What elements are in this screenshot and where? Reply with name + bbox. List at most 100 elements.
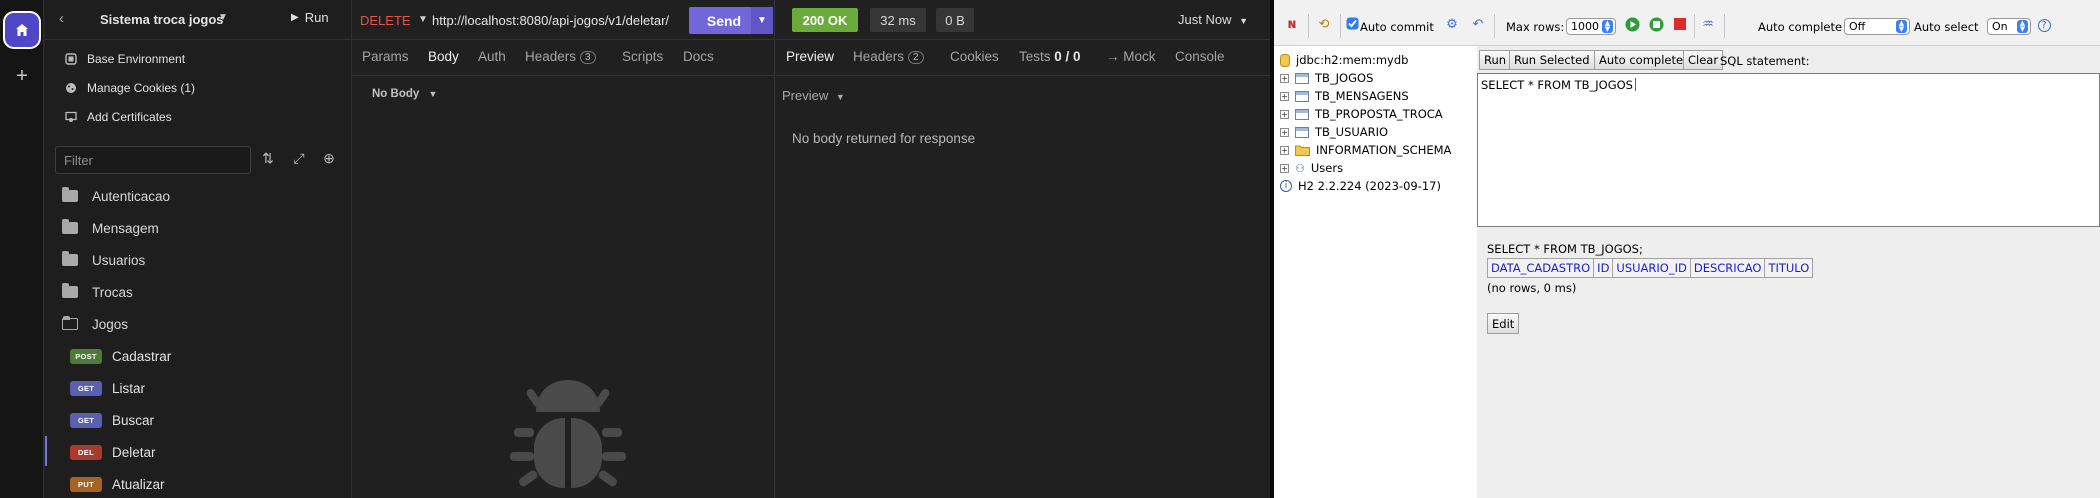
add-project-icon[interactable]: + <box>12 66 32 86</box>
folder-jogos[interactable]: Jogos <box>62 312 128 336</box>
folder-usuarios[interactable]: Usuarios <box>62 248 145 272</box>
expand-icon[interactable]: ⤢ <box>290 150 308 167</box>
auto-select-select[interactable]: On ▲ ▼ <box>1987 18 2031 35</box>
column-header[interactable]: DESCRICAO <box>1689 258 1766 278</box>
auto-complete-button[interactable]: Auto complete <box>1594 50 1689 70</box>
folder-autenticacao[interactable]: Autenticacao <box>62 184 170 208</box>
tab-auth[interactable]: Auth <box>478 49 506 64</box>
table-label: TB_JOGOS <box>1315 71 1374 85</box>
help-icon[interactable]: ? <box>2036 17 2052 33</box>
tree-connection[interactable]: jdbc:h2:mem:mydb <box>1280 52 1408 68</box>
tab-headers[interactable]: Headers 3 <box>525 49 596 64</box>
send-options-chevron-icon[interactable]: ▼ <box>751 7 773 34</box>
disconnect-icon[interactable]: ɴ <box>1284 17 1300 33</box>
refresh-icon[interactable]: ⟲ <box>1316 17 1332 33</box>
auto-commit-checkbox[interactable] <box>1344 17 1360 33</box>
tab-body[interactable]: Body <box>428 49 459 64</box>
max-rows-value: 1000 <box>1571 20 1599 33</box>
folder-mensagem[interactable]: Mensagem <box>62 216 159 240</box>
expand-icon[interactable]: + <box>1280 163 1289 173</box>
folder-icon <box>62 251 78 266</box>
tree-information-schema[interactable]: + INFORMATION_SCHEMA <box>1280 142 1451 158</box>
url-input[interactable]: http://localhost:8080/api-jogos/v1/delet… <box>432 13 697 28</box>
request-buscar[interactable]: GET Buscar <box>70 408 154 432</box>
tab-preview[interactable]: Preview <box>786 49 834 64</box>
tab-params[interactable]: Params <box>362 49 409 64</box>
tree-table-tb-usuario[interactable]: + TB_USUARIO <box>1280 124 1388 140</box>
folder-label: Usuarios <box>92 252 146 268</box>
max-rows-select[interactable]: 1000 ▲ ▼ <box>1566 18 1616 35</box>
folder-trocas[interactable]: Trocas <box>62 280 133 304</box>
request-atualizar[interactable]: PUT Atualizar <box>70 472 165 496</box>
add-item-icon[interactable]: ⊕ <box>320 150 338 167</box>
headers-count-badge: 2 <box>908 51 924 64</box>
run-label: Run <box>304 10 329 25</box>
clear-button[interactable]: Clear <box>1683 50 1724 70</box>
connection-label: jdbc:h2:mem:mydb <box>1296 53 1409 67</box>
run-icon[interactable] <box>1624 17 1640 33</box>
request-deletar[interactable]: DEL Deletar <box>70 440 156 464</box>
expand-icon[interactable]: + <box>1280 73 1289 83</box>
rollback-icon[interactable]: ↶ <box>1470 17 1486 33</box>
manage-cookies-item[interactable]: Manage Cookies (1) <box>65 78 195 98</box>
request-cadastrar[interactable]: POST Cadastrar <box>70 344 171 368</box>
sort-icon[interactable]: ⇅ <box>259 150 277 167</box>
column-header[interactable]: ID <box>1593 258 1614 278</box>
tree-table-tb-jogos[interactable]: + TB_JOGOS <box>1280 70 1373 86</box>
expand-icon[interactable]: + <box>1280 91 1289 101</box>
tree-version: i H2 2.2.224 (2023-09-17) <box>1280 178 1441 194</box>
filter-input[interactable]: Filter <box>55 146 251 174</box>
result-query: SELECT * FROM TB_JOGOS; <box>1487 242 1643 256</box>
chevron-down-icon[interactable]: ▼ <box>218 12 228 23</box>
column-header[interactable]: TITULO <box>1764 258 1814 278</box>
run-collection-button[interactable]: ▶ Run <box>291 10 329 25</box>
expand-icon[interactable]: + <box>1280 109 1289 119</box>
tab-docs[interactable]: Docs <box>683 49 714 64</box>
cancel-icon[interactable] <box>1672 17 1688 33</box>
add-certificates-item[interactable]: Add Certificates <box>65 107 172 127</box>
home-button[interactable] <box>5 13 39 47</box>
bug-icon <box>510 380 626 488</box>
tab-scripts[interactable]: Scripts <box>622 49 663 64</box>
run-button[interactable]: Run <box>1479 50 1512 70</box>
method-selector[interactable]: DELETE <box>360 13 411 28</box>
app-rail: + <box>0 0 44 498</box>
body-type-selector[interactable]: No Body ▼ <box>372 88 437 100</box>
schema-label: INFORMATION_SCHEMA <box>1316 143 1452 157</box>
base-environment-item[interactable]: Base Environment <box>65 49 185 69</box>
toolbar-separator <box>1494 14 1495 38</box>
column-header[interactable]: USUARIO_ID <box>1612 258 1691 278</box>
tab-console[interactable]: Console <box>1175 49 1225 64</box>
tree-table-tb-mensagens[interactable]: + TB_MENSAGENS <box>1280 88 1409 104</box>
request-listar[interactable]: GET Listar <box>70 376 145 400</box>
sql-text: SELECT * FROM TB_JOGOS <box>1481 78 1633 92</box>
run-selected-button[interactable]: Run Selected <box>1509 50 1595 70</box>
sql-editor[interactable]: SELECT * FROM TB_JOGOS <box>1477 73 2100 227</box>
column-header[interactable]: DATA_CADASTRO <box>1486 258 1595 278</box>
preview-mode-selector[interactable]: Preview ▼ <box>782 88 845 103</box>
tab-tests[interactable]: Tests 0 / 0 <box>1019 49 1081 64</box>
commit-icon[interactable]: ⚙ <box>1444 17 1460 33</box>
tab-mock[interactable]: → Mock <box>1106 49 1156 64</box>
users-label: Users <box>1310 161 1344 175</box>
history-selector[interactable]: Just Now ▼ <box>1178 12 1248 27</box>
expand-icon[interactable]: + <box>1280 127 1289 137</box>
h2-console-window: ɴ ⟲ Auto commit ⚙ ↶ Max rows: 1000 ▲ ▼ ♒ A… <box>1274 0 2100 498</box>
edit-button[interactable]: Edit <box>1487 313 1520 334</box>
method-badge: GET <box>70 412 102 428</box>
folder-icon <box>62 283 78 298</box>
history-icon[interactable]: ♒ <box>1700 17 1716 33</box>
chevron-left-icon[interactable]: ‹ <box>59 10 64 27</box>
auto-complete-select[interactable]: Off ▲ ▼ <box>1844 18 1910 35</box>
expand-icon[interactable]: + <box>1280 145 1289 155</box>
send-button[interactable]: Send <box>689 7 759 34</box>
tree-table-tb-proposta-troca[interactable]: + TB_PROPOSTA_TROCA <box>1280 106 1443 122</box>
result-table: DATA_CADASTRO ID USUARIO_ID DESCRICAO TI… <box>1486 258 1814 278</box>
project-name[interactable]: Sistema troca jogos <box>100 12 224 27</box>
tree-users[interactable]: + ⚇ Users <box>1280 160 1343 176</box>
tab-response-headers[interactable]: Headers 2 <box>853 49 924 64</box>
chevron-down-icon[interactable]: ▼ <box>418 14 428 25</box>
run-selected-icon[interactable] <box>1648 17 1664 33</box>
tab-cookies[interactable]: Cookies <box>950 49 999 64</box>
table-label: TB_MENSAGENS <box>1315 89 1409 103</box>
